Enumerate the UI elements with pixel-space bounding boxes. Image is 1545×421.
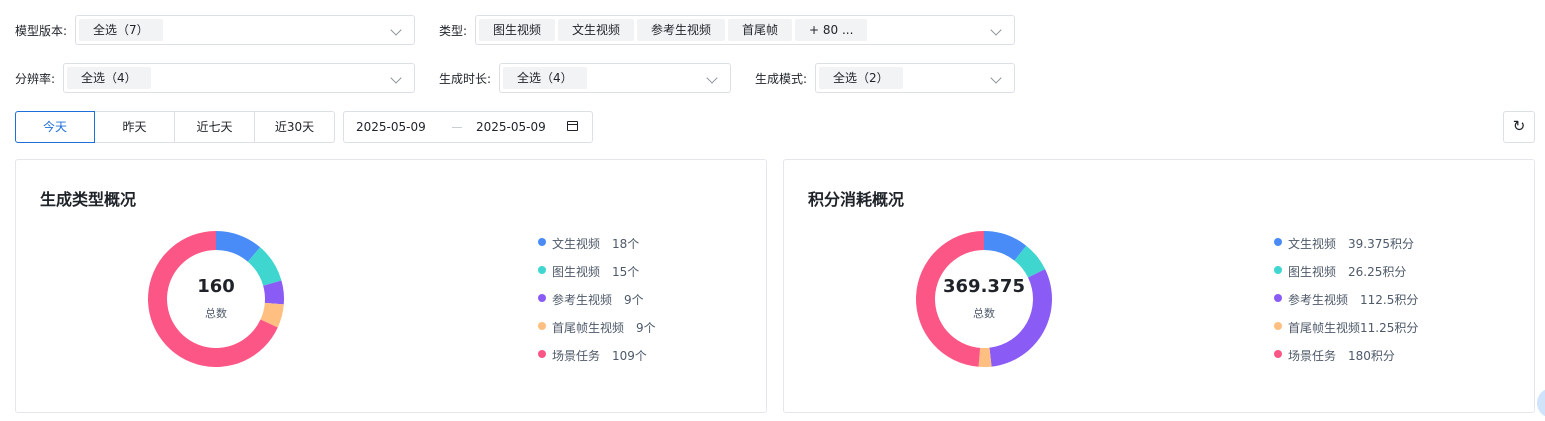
- legend-dot: [1274, 266, 1282, 274]
- generation-type-card: 生成类型概况 160 总数 文生视频 18个 图生视频 15个 参考生视频 9个 首尾…: [15, 159, 767, 413]
- legend-name: 文生视频: [1288, 237, 1337, 251]
- card-title: 生成类型概况: [40, 190, 137, 209]
- legend-name: 场景任务: [552, 349, 601, 363]
- select-tag-more: + 80 ...: [795, 19, 868, 41]
- type-label: 类型:: [439, 24, 468, 38]
- total-value: 160: [197, 276, 235, 297]
- legend-name: 参考生视频: [552, 293, 613, 307]
- date-start[interactable]: 2025-05-09: [356, 120, 426, 134]
- tab-yesterday[interactable]: 昨天: [94, 111, 175, 143]
- calendar-icon: [567, 121, 578, 131]
- duration-select[interactable]: 全选（4）: [499, 63, 731, 93]
- legend-value: 180积分: [1348, 349, 1395, 363]
- legend-value: 18个: [612, 237, 640, 251]
- legend-dot: [538, 322, 546, 330]
- model-version-select[interactable]: 全选（7）: [75, 15, 415, 45]
- legend-value: 109个: [612, 349, 647, 363]
- date-separator: [452, 127, 462, 128]
- donut-slice-5[interactable]: [915, 231, 984, 367]
- legend-value: 9个: [636, 321, 656, 335]
- duration-label: 生成时长:: [439, 72, 492, 86]
- legend-value: 9个: [624, 293, 644, 307]
- legend-dot: [538, 238, 546, 246]
- select-tag: 图生视频: [479, 19, 556, 41]
- legend-dot: [1274, 350, 1282, 358]
- donut-chart: 369.375 总数: [914, 229, 1054, 369]
- select-tag: 全选（2）: [819, 67, 903, 89]
- chevron-down-icon: [990, 72, 1002, 84]
- legend-value: 15个: [612, 265, 640, 279]
- chevron-down-icon: [990, 24, 1002, 36]
- resolution-select[interactable]: 全选（4）: [63, 63, 415, 93]
- total-value: 369.375: [943, 276, 1025, 297]
- legend-value: 39.375积分: [1348, 237, 1414, 251]
- legend-dot: [538, 294, 546, 302]
- total-label: 总数: [205, 307, 227, 320]
- mode-select[interactable]: 全选（2）: [815, 63, 1015, 93]
- legend-dot: [538, 350, 546, 358]
- select-tag: 参考生视频: [637, 19, 726, 41]
- refresh-button[interactable]: ↻: [1503, 111, 1535, 143]
- tab-today[interactable]: 今天: [15, 111, 95, 143]
- legend-dot: [1274, 322, 1282, 330]
- donut-svg: [915, 231, 1052, 367]
- tab-last-7-days[interactable]: 近七天: [174, 111, 255, 143]
- legend-name: 首尾帧生视频: [552, 321, 625, 335]
- donut-chart: 160 总数: [146, 229, 286, 369]
- date-end[interactable]: 2025-05-09: [476, 120, 546, 134]
- chevron-down-icon: [390, 24, 402, 36]
- legend-dot: [1274, 238, 1282, 246]
- legend-name: 场景任务: [1288, 349, 1337, 363]
- select-tag: 首尾帧: [728, 19, 793, 41]
- legend-name: 首尾帧生视频: [1288, 321, 1361, 335]
- tab-last-30-days[interactable]: 近30天: [254, 111, 335, 143]
- refresh-icon: ↻: [1512, 117, 1526, 135]
- legend-value: 112.5积分: [1360, 293, 1419, 307]
- date-range-picker[interactable]: 2025-05-09 2025-05-09: [343, 111, 593, 143]
- points-consumption-card: 积分消耗概况 369.375 总数 文生视频 39.375积分 图生视频 26.25…: [783, 159, 1535, 413]
- card-title: 积分消耗概况: [808, 190, 905, 209]
- legend-name: 文生视频: [552, 237, 601, 251]
- select-tag: 文生视频: [558, 19, 635, 41]
- chevron-down-icon: [390, 72, 402, 84]
- legend-name: 图生视频: [1288, 265, 1337, 279]
- resolution-label: 分辨率:: [15, 72, 56, 86]
- total-label: 总数: [973, 307, 995, 320]
- chevron-down-icon: [706, 72, 718, 84]
- legend-name: 图生视频: [552, 265, 601, 279]
- mode-label: 生成模式:: [755, 72, 808, 86]
- select-tag: 全选（4）: [503, 67, 587, 89]
- floating-assistant-button[interactable]: [1537, 388, 1545, 418]
- model-version-label: 模型版本:: [15, 24, 68, 38]
- legend-value: 26.25积分: [1348, 265, 1407, 279]
- donut-slice-4[interactable]: [978, 347, 992, 367]
- select-tag: 全选（4）: [67, 67, 151, 89]
- select-tag: 全选（7）: [79, 19, 163, 41]
- legend-value: 11.25积分: [1360, 321, 1419, 335]
- legend-dot: [538, 266, 546, 274]
- legend-dot: [1274, 294, 1282, 302]
- donut-svg: [148, 231, 284, 367]
- legend-name: 参考生视频: [1288, 293, 1349, 307]
- type-select[interactable]: 图生视频 文生视频 参考生视频 首尾帧 + 80 ...: [475, 15, 1015, 45]
